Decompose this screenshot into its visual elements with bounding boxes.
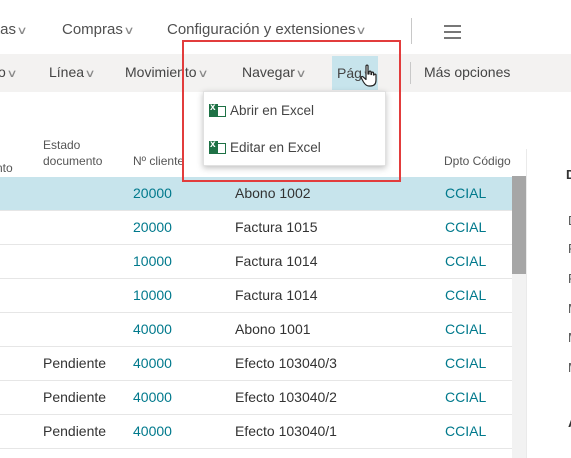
cell-descripcion: Efecto 103040/1 xyxy=(235,423,337,439)
nav-item-ventas[interactable]: tas∨ xyxy=(0,21,28,38)
cell-dpto[interactable]: CCIAL xyxy=(445,389,486,405)
cell-cliente[interactable]: 10000 xyxy=(133,253,172,269)
cell-cliente[interactable]: 20000 xyxy=(133,185,172,201)
cell-estado: Pendiente xyxy=(43,423,107,439)
cell-descripcion: Efecto 103040/2 xyxy=(235,389,337,405)
cell-descripcion: Factura 1015 xyxy=(235,219,318,235)
chevron-down-icon: ∨ xyxy=(355,25,368,37)
cell-descripcion: Factura 1014 xyxy=(235,253,318,269)
cell-cliente[interactable]: 40000 xyxy=(133,355,172,371)
action-separator xyxy=(410,62,411,84)
table-row[interactable]: 10000 Factura 1014 CCIAL xyxy=(0,245,512,279)
cell-dpto[interactable]: CCIAL xyxy=(445,423,486,439)
cell-descripcion: Efecto 103040/3 xyxy=(235,355,337,371)
cell-cliente[interactable]: 40000 xyxy=(133,389,172,405)
column-header-estado[interactable]: Estado documento xyxy=(43,137,102,169)
column-header-0[interactable]: nto xyxy=(0,144,13,176)
chevron-down-icon: ∨ xyxy=(123,25,135,37)
table-row[interactable]: 40000 Abono 1001 CCIAL xyxy=(0,313,512,347)
cell-descripcion: Abono 1001 xyxy=(235,321,311,337)
cell-estado: Pendiente xyxy=(43,355,107,371)
cell-cliente[interactable]: 10000 xyxy=(133,287,172,303)
cell-dpto[interactable]: CCIAL xyxy=(445,355,486,371)
cell-descripcion: Factura 1014 xyxy=(235,287,318,303)
cell-dpto[interactable]: CCIAL xyxy=(445,253,486,269)
action-proceso[interactable]: o∨ xyxy=(0,64,18,80)
nav-item-compras[interactable]: Compras∨ xyxy=(62,21,135,38)
column-header-cliente[interactable]: Nº cliente xyxy=(133,153,184,169)
highlight-box xyxy=(182,40,401,182)
action-mas-opciones[interactable]: Más opciones xyxy=(424,64,510,80)
table-row[interactable]: Pendiente 40000 Efecto 103040/1 CCIAL xyxy=(0,415,512,449)
cell-estado: Pendiente xyxy=(43,389,107,405)
table-row[interactable]: 10000 Factura 1014 CCIAL xyxy=(0,279,512,313)
chevron-down-icon: ∨ xyxy=(16,25,28,37)
cell-dpto[interactable]: CCIAL xyxy=(445,219,486,235)
table-row[interactable]: Pendiente 40000 Efecto 103040/3 CCIAL xyxy=(0,347,512,381)
nav-separator xyxy=(411,18,412,44)
chevron-down-icon: ∨ xyxy=(6,68,18,80)
cell-cliente[interactable]: 40000 xyxy=(133,423,172,439)
table-row[interactable]: 20000 Factura 1015 CCIAL xyxy=(0,211,512,245)
table-row[interactable]: Pendiente 40000 Efecto 103040/2 CCIAL xyxy=(0,381,512,415)
chevron-down-icon: ∨ xyxy=(84,68,96,80)
factbox-title: D xyxy=(566,167,571,182)
hand-cursor-icon xyxy=(360,64,377,87)
cell-descripcion: Abono 1002 xyxy=(235,185,311,201)
cell-cliente[interactable]: 20000 xyxy=(133,219,172,235)
cell-dpto[interactable]: CCIAL xyxy=(445,185,486,201)
table-row[interactable]: 20000 Abono 1002 CCIAL xyxy=(0,177,512,211)
factbox-pane: D D F F M M M A xyxy=(526,149,571,458)
nav-item-configuracion[interactable]: Configuración y extensiones∨ xyxy=(167,21,368,38)
hamburger-menu-icon[interactable] xyxy=(444,25,461,43)
cell-cliente[interactable]: 40000 xyxy=(133,321,172,337)
cell-dpto[interactable]: CCIAL xyxy=(445,287,486,303)
action-linea[interactable]: Línea∨ xyxy=(49,64,96,80)
cell-dpto[interactable]: CCIAL xyxy=(445,321,486,337)
column-header-dpto[interactable]: Dpto Código xyxy=(444,153,511,169)
vertical-scrollbar-thumb[interactable] xyxy=(512,176,526,274)
